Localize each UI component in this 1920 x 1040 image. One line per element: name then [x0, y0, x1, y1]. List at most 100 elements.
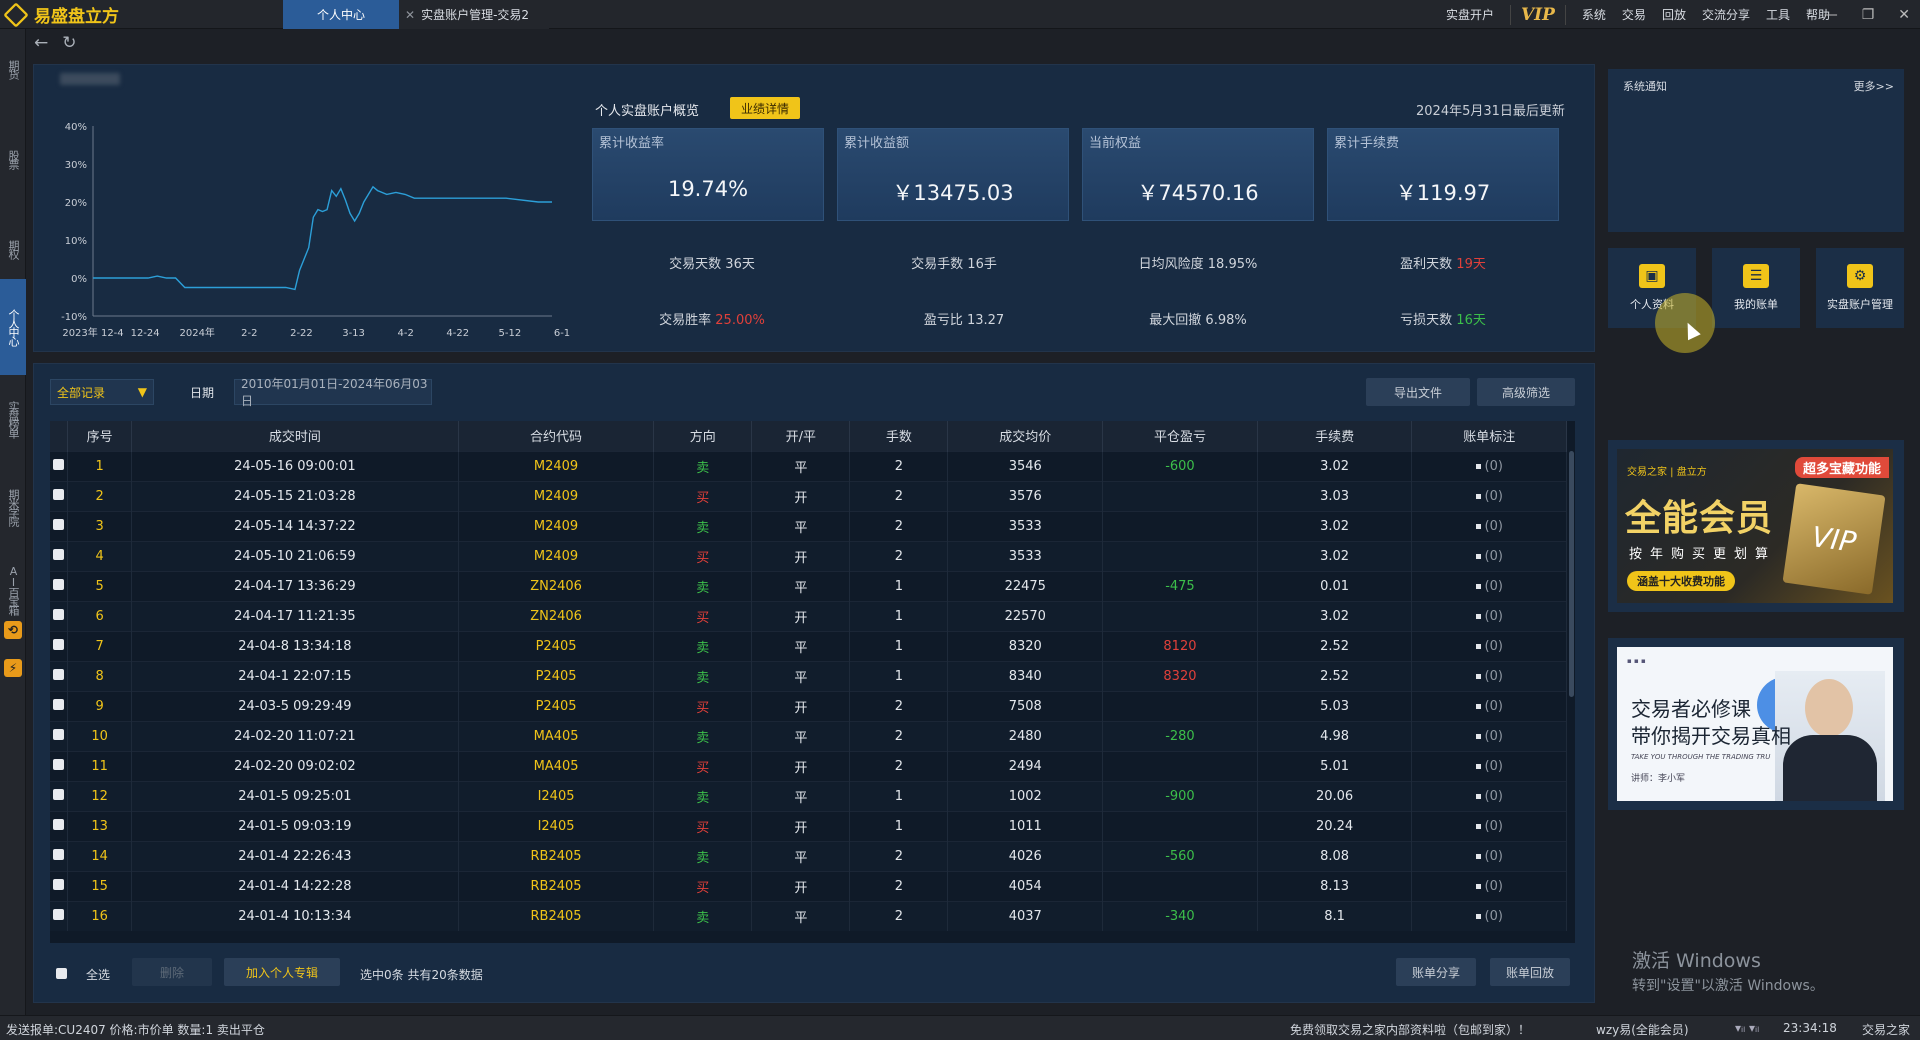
table-row[interactable]: 3 24-05-14 14:37:22 M2409 卖平 2 3533 3.02 (0) [50, 510, 1567, 541]
table-row[interactable]: 16 24-01-4 10:13:34 RB2405 卖平 2 4037 -340 8.1 (0… [50, 900, 1567, 931]
select-all-label[interactable]: 全选 [86, 966, 110, 983]
tab-account-management[interactable]: ✕ 实盘账户管理-交易2 [399, 0, 549, 29]
bill-note-link[interactable]: (0) [1476, 879, 1503, 894]
refresh-icon[interactable]: ↻ [62, 33, 76, 53]
column-header[interactable]: 手续费 [1257, 421, 1413, 451]
row-checkbox[interactable] [53, 698, 65, 710]
column-header[interactable]: 开/平 [751, 421, 851, 451]
bill-replay-button[interactable]: 账单回放 [1490, 958, 1570, 986]
user-name[interactable]: wzy易(全能会员) [1596, 1021, 1689, 1038]
add-to-collection-button[interactable]: 加入个人专辑 [224, 958, 340, 986]
sidebar-item-personal-center[interactable]: 个人中心 [0, 279, 26, 375]
row-checkbox[interactable] [53, 548, 65, 560]
bill-note-link[interactable]: (0) [1476, 849, 1503, 864]
notice-more-link[interactable]: 更多>> [1854, 78, 1894, 94]
bill-note-link[interactable]: (0) [1476, 639, 1503, 654]
row-checkbox[interactable] [53, 758, 65, 770]
record-filter-select[interactable]: 全部记录 ▼ [50, 379, 154, 405]
sidebar-item-stocks[interactable]: 股票 [0, 129, 26, 189]
column-header[interactable]: 合约代码 [458, 421, 655, 451]
open-account-link[interactable]: 实盘开户 [1446, 6, 1494, 23]
row-checkbox[interactable] [53, 458, 65, 470]
table-row[interactable]: 11 24-02-20 09:02:02 MA405 买开 2 2494 5.01 (0) [50, 750, 1567, 781]
bill-note-link[interactable]: (0) [1476, 519, 1503, 534]
sidebar-item-live-ranking[interactable]: 实盘榜单 [0, 379, 26, 459]
bill-note-link[interactable]: (0) [1476, 759, 1503, 774]
row-checkbox[interactable] [53, 818, 65, 830]
menu-share[interactable]: 交流分享 [1702, 6, 1750, 23]
table-row[interactable]: 7 24-04-8 13:34:18 P2405 卖平 1 8320 8120 2.52 (0) [50, 630, 1567, 661]
column-header[interactable]: 序号 [67, 421, 132, 451]
table-row[interactable]: 4 24-05-10 21:06:59 M2409 买开 2 3533 3.02 (0) [50, 540, 1567, 571]
table-row[interactable]: 1 24-05-16 09:00:01 M2409 卖平 2 3546 -600 3.02 (0… [50, 450, 1567, 481]
column-header[interactable]: 成交时间 [131, 421, 459, 451]
row-checkbox[interactable] [53, 878, 65, 890]
bill-note-link[interactable]: (0) [1476, 489, 1503, 504]
table-row[interactable]: 10 24-02-20 11:07:21 MA405 卖平 2 2480 -280 4.98 (… [50, 720, 1567, 751]
tab-personal-center[interactable]: 个人中心 [283, 0, 399, 29]
column-header[interactable]: 方向 [653, 421, 753, 451]
row-checkbox[interactable] [53, 668, 65, 680]
table-row[interactable]: 15 24-01-4 14:22:28 RB2405 买开 2 4054 8.13 (0) [50, 870, 1567, 901]
bill-note-link[interactable]: (0) [1476, 579, 1503, 594]
bill-share-button[interactable]: 账单分享 [1396, 958, 1476, 986]
back-arrow-icon[interactable]: ← [34, 33, 48, 53]
bill-note-link[interactable]: (0) [1476, 609, 1503, 624]
bill-note-link[interactable]: (0) [1476, 789, 1503, 804]
row-checkbox[interactable] [53, 788, 65, 800]
select-all-checkbox[interactable] [56, 968, 67, 979]
row-checkbox[interactable] [53, 488, 65, 500]
bill-note-link[interactable]: (0) [1476, 699, 1503, 714]
row-checkbox[interactable] [53, 638, 65, 650]
bill-note-link[interactable]: (0) [1476, 459, 1503, 474]
sidebar-item-options[interactable]: 期权 [0, 219, 26, 279]
table-row[interactable]: 12 24-01-5 09:25:01 I2405 卖平 1 1002 -900 20.06 (… [50, 780, 1567, 811]
row-checkbox[interactable] [53, 728, 65, 740]
bill-note-link[interactable]: (0) [1476, 549, 1503, 564]
vip-badge[interactable]: VIP [1509, 4, 1566, 25]
menu-tools[interactable]: 工具 [1766, 6, 1790, 23]
close-window-icon[interactable]: ✕ [1898, 7, 1910, 23]
close-icon[interactable]: ✕ [405, 8, 415, 22]
promo-link[interactable]: 免费领取交易之家内部资料啦（包邮到家）！ [1290, 1021, 1530, 1038]
course-ad-banner[interactable]: ▪ ▪ ▪ 交易者必修课 带你揭开交易真相 TAKE YOU THROUGH T… [1608, 638, 1904, 810]
bill-note-link[interactable]: (0) [1476, 669, 1503, 684]
my-bill-button[interactable]: ☰ 我的账单 [1712, 248, 1800, 328]
column-header[interactable]: 成交均价 [947, 421, 1104, 451]
bill-note-link[interactable]: (0) [1476, 819, 1503, 834]
row-checkbox[interactable] [53, 578, 65, 590]
menu-system[interactable]: 系统 [1582, 6, 1606, 23]
export-file-button[interactable]: 导出文件 [1366, 378, 1470, 406]
menu-trade[interactable]: 交易 [1622, 6, 1646, 23]
table-scrollbar[interactable] [1569, 451, 1574, 697]
advanced-filter-button[interactable]: 高级筛选 [1477, 378, 1575, 406]
minimize-icon[interactable]: — [1824, 7, 1838, 23]
sidebar-item-academy[interactable]: 期米学院 [0, 467, 26, 547]
table-row[interactable]: 13 24-01-5 09:03:19 I2405 买开 1 1011 20.24 (0) [50, 810, 1567, 841]
column-header[interactable]: 手数 [849, 421, 949, 451]
row-checkbox[interactable] [53, 848, 65, 860]
row-checkbox[interactable] [53, 518, 65, 530]
table-row[interactable]: 14 24-01-4 22:26:43 RB2405 卖平 2 4026 -560 8.08 (… [50, 840, 1567, 871]
table-row[interactable]: 6 24-04-17 11:21:35 ZN2406 买开 1 22570 3.02 (0) [50, 600, 1567, 631]
delete-button[interactable]: 删除 [132, 958, 212, 986]
table-row[interactable]: 5 24-04-17 13:36:29 ZN2406 卖平 1 22475 -475 0.01… [50, 570, 1567, 601]
menu-replay[interactable]: 回放 [1662, 6, 1686, 23]
row-checkbox[interactable] [53, 908, 65, 920]
bill-note-link[interactable]: (0) [1476, 729, 1503, 744]
table-row[interactable]: 9 24-03-5 09:29:49 P2405 买开 2 7508 5.03 (0) [50, 690, 1567, 721]
sidebar-item-futures[interactable]: 期货 [0, 39, 26, 99]
flash-icon[interactable]: ⚡ [4, 659, 22, 677]
vip-ad-banner[interactable]: 交易之家 | 盘立方 超多宝藏功能 全能会员 按年购买更划算 涵盖十大收费功能 … [1608, 440, 1904, 612]
restore-icon[interactable]: ❐ [1862, 7, 1875, 23]
table-row[interactable]: 2 24-05-15 21:03:28 M2409 买开 2 3576 3.03 (0) [50, 480, 1567, 511]
date-range-input[interactable]: 2010年01月01日-2024年06月03日 [234, 377, 432, 408]
column-header[interactable]: 账单标注 [1411, 421, 1567, 451]
row-checkbox[interactable] [53, 608, 65, 620]
account-management-button[interactable]: ⚙ 实盘账户管理 [1816, 248, 1904, 328]
column-header[interactable]: 平仓盈亏 [1102, 421, 1258, 451]
sidebar-item-ai-toolbox[interactable]: AI百宝箱 [0, 549, 26, 629]
replay-icon[interactable]: ⟲ [4, 621, 22, 639]
table-row[interactable]: 8 24-04-1 22:07:15 P2405 卖平 1 8340 8320 2.52 (0) [50, 660, 1567, 691]
performance-details-button[interactable]: 业绩详情 [730, 97, 800, 119]
